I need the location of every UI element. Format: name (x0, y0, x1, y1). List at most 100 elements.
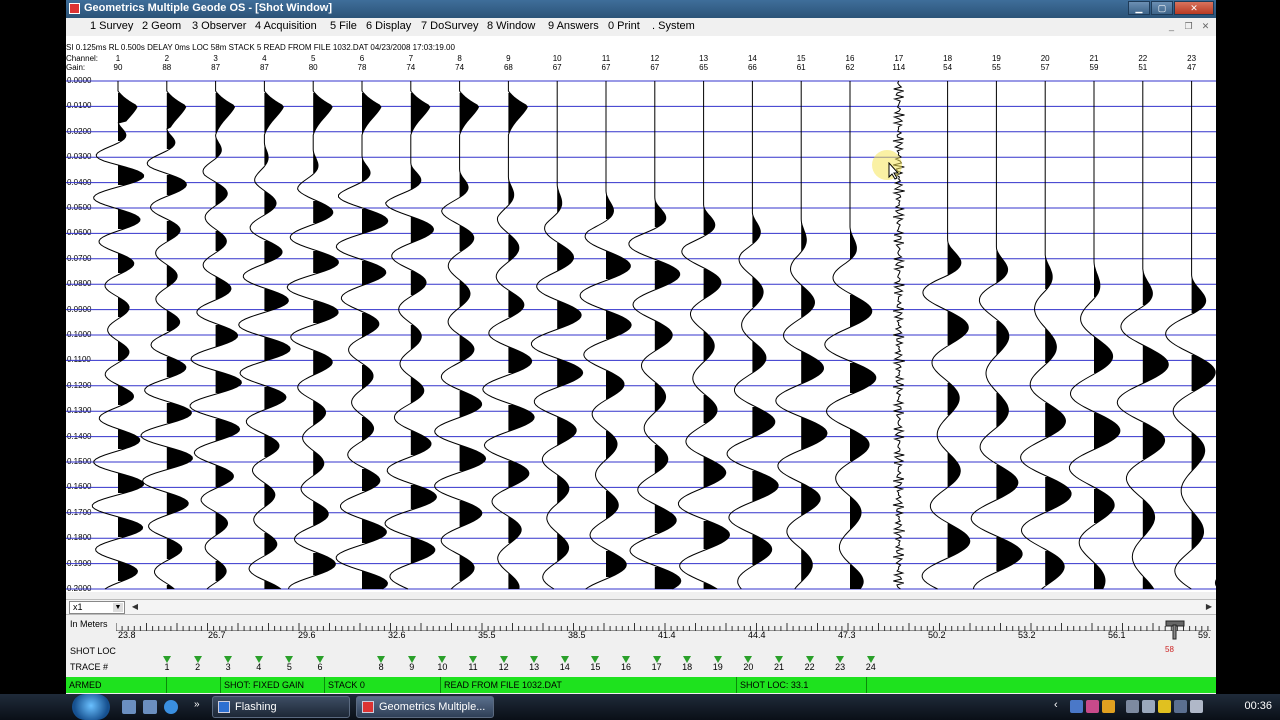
trace-fill (703, 521, 730, 549)
menu-file[interactable]: 5 File (330, 20, 357, 32)
trace-number: 11 (468, 662, 478, 672)
distance-label: 38.5 (568, 630, 586, 640)
task-geometrics-label: Geometrics Multiple... (379, 701, 486, 713)
distance-label: 26.7 (208, 630, 226, 640)
show-desktop-icon[interactable] (122, 700, 136, 714)
minimize-icon[interactable]: ▁ (1128, 1, 1150, 15)
task-geometrics[interactable]: Geometrics Multiple... (356, 696, 494, 718)
distance-label: 53.2 (1018, 630, 1036, 640)
trace-fill (703, 269, 721, 299)
status-shot-loc: SHOT LOC: 33.1 (736, 677, 866, 693)
menu-answers[interactable]: 9 Answers (548, 20, 599, 32)
trace-fill (362, 93, 381, 133)
distance-label: 47.3 (838, 630, 856, 640)
trace-fill (313, 501, 329, 525)
status-stack: STACK 0 (324, 677, 440, 693)
trace-fill (654, 383, 666, 411)
wiggle-traces (66, 80, 1216, 590)
menu-display[interactable]: 6 Display (366, 20, 411, 32)
menu-dosurvey[interactable]: 7 DoSurvey (421, 20, 478, 32)
trace-fill (703, 207, 715, 235)
trace-fill (118, 473, 144, 493)
menu-observer[interactable]: 3 Observer (192, 20, 246, 32)
trace-fill (410, 165, 421, 189)
tray-app-icon-1[interactable] (1070, 700, 1083, 713)
distance-label: 44.4 (748, 630, 766, 640)
scroll-right-icon[interactable]: ▶ (1204, 602, 1214, 612)
trace-number: 13 (529, 662, 540, 672)
task-flashing-label: Flashing (235, 701, 277, 713)
trace-fill (459, 335, 474, 361)
chevron-down-icon[interactable]: ▼ (113, 603, 123, 612)
trace-number: 20 (743, 662, 754, 672)
shot-hammer-icon[interactable] (1164, 619, 1186, 641)
trace-fill (118, 341, 129, 361)
shot-loc-label: SHOT LOC (70, 646, 116, 656)
tray-app-icon-5[interactable] (1174, 700, 1187, 713)
distance-label: 50.2 (928, 630, 946, 640)
trace-fill (654, 445, 668, 473)
trace-number: 5 (286, 662, 292, 672)
trace-fill (166, 93, 186, 149)
app-icon (69, 3, 80, 14)
distance-label: 23.8 (118, 630, 136, 640)
mdi-minimize-icon[interactable]: _ (1165, 20, 1178, 32)
trace-fill (166, 175, 187, 195)
tray-app-icon-2[interactable] (1086, 700, 1099, 713)
shot-marker-label: 58 (1165, 645, 1174, 654)
power-icon[interactable] (1190, 700, 1203, 713)
units-label: In Meters (70, 619, 108, 629)
trace-fill (166, 403, 192, 423)
network-icon[interactable] (1126, 700, 1139, 713)
horizontal-scrollbar[interactable]: x1 ▼ ◀ ▶ (66, 599, 1216, 615)
trace-number: 1 (164, 662, 170, 672)
ie-icon[interactable] (164, 700, 178, 714)
trace-number: 21 (773, 662, 784, 672)
tray-app-icon-3[interactable] (1102, 700, 1115, 713)
trace-fill (362, 571, 388, 589)
trace-number: 9 (409, 662, 415, 672)
trace-fill (703, 583, 718, 589)
menu-acquisition[interactable]: 4 Acquisition (255, 20, 317, 32)
trace-fill (557, 185, 562, 213)
clock[interactable]: 00:36 (1244, 700, 1272, 712)
mouse-cursor-icon (888, 162, 900, 180)
explorer-icon[interactable] (143, 700, 157, 714)
menu-geom[interactable]: 2 Geom (142, 20, 181, 32)
trace-fill (801, 417, 827, 449)
zoom-value: x1 (73, 602, 83, 612)
tray-app-icon-4[interactable] (1158, 700, 1171, 713)
trace-number: 24 (865, 662, 876, 672)
mdi-close-icon[interactable]: ✕ (1199, 20, 1212, 32)
zoom-select[interactable]: x1 ▼ (69, 601, 125, 614)
trace-fill (313, 553, 336, 575)
start-button-icon[interactable] (72, 694, 110, 720)
trace-fill (801, 351, 824, 383)
volume-icon[interactable] (1142, 700, 1155, 713)
trace-fill (947, 383, 960, 415)
trace-number: 14 (559, 662, 570, 672)
maximize-icon[interactable]: ▢ (1151, 1, 1173, 15)
trace-fill (508, 573, 520, 589)
scroll-left-icon[interactable]: ◀ (130, 602, 140, 612)
trace-fill (996, 537, 1023, 571)
trace-fill (1142, 577, 1154, 589)
mdi-restore-icon[interactable]: ❐ (1182, 20, 1195, 32)
system-tray: ‹ 00:36 (1050, 694, 1280, 720)
trace-fill (313, 201, 333, 223)
menu-print[interactable]: 0 Print (608, 20, 640, 32)
quicklaunch-more-icon[interactable]: » (194, 699, 200, 710)
distance-label: 35.5 (478, 630, 496, 640)
task-flashing[interactable]: Flashing (212, 696, 350, 718)
trace-number: 6 (317, 662, 323, 672)
menu-survey[interactable]: 1 Survey (90, 20, 133, 32)
seismic-shot-display[interactable]: SI 0.125ms RL 0.500s DELAY 0ms LOC 58m S… (66, 36, 1216, 593)
trace-fill (118, 165, 144, 185)
trace-number: 12 (498, 662, 509, 672)
menu-system[interactable]: . System (652, 20, 695, 32)
close-icon[interactable]: ✕ (1174, 1, 1214, 15)
tray-expand-icon[interactable]: ‹ (1054, 699, 1058, 711)
menu-window[interactable]: 8 Window (487, 20, 535, 32)
trace-fill (264, 581, 281, 589)
trace-number: 3 (225, 662, 231, 672)
